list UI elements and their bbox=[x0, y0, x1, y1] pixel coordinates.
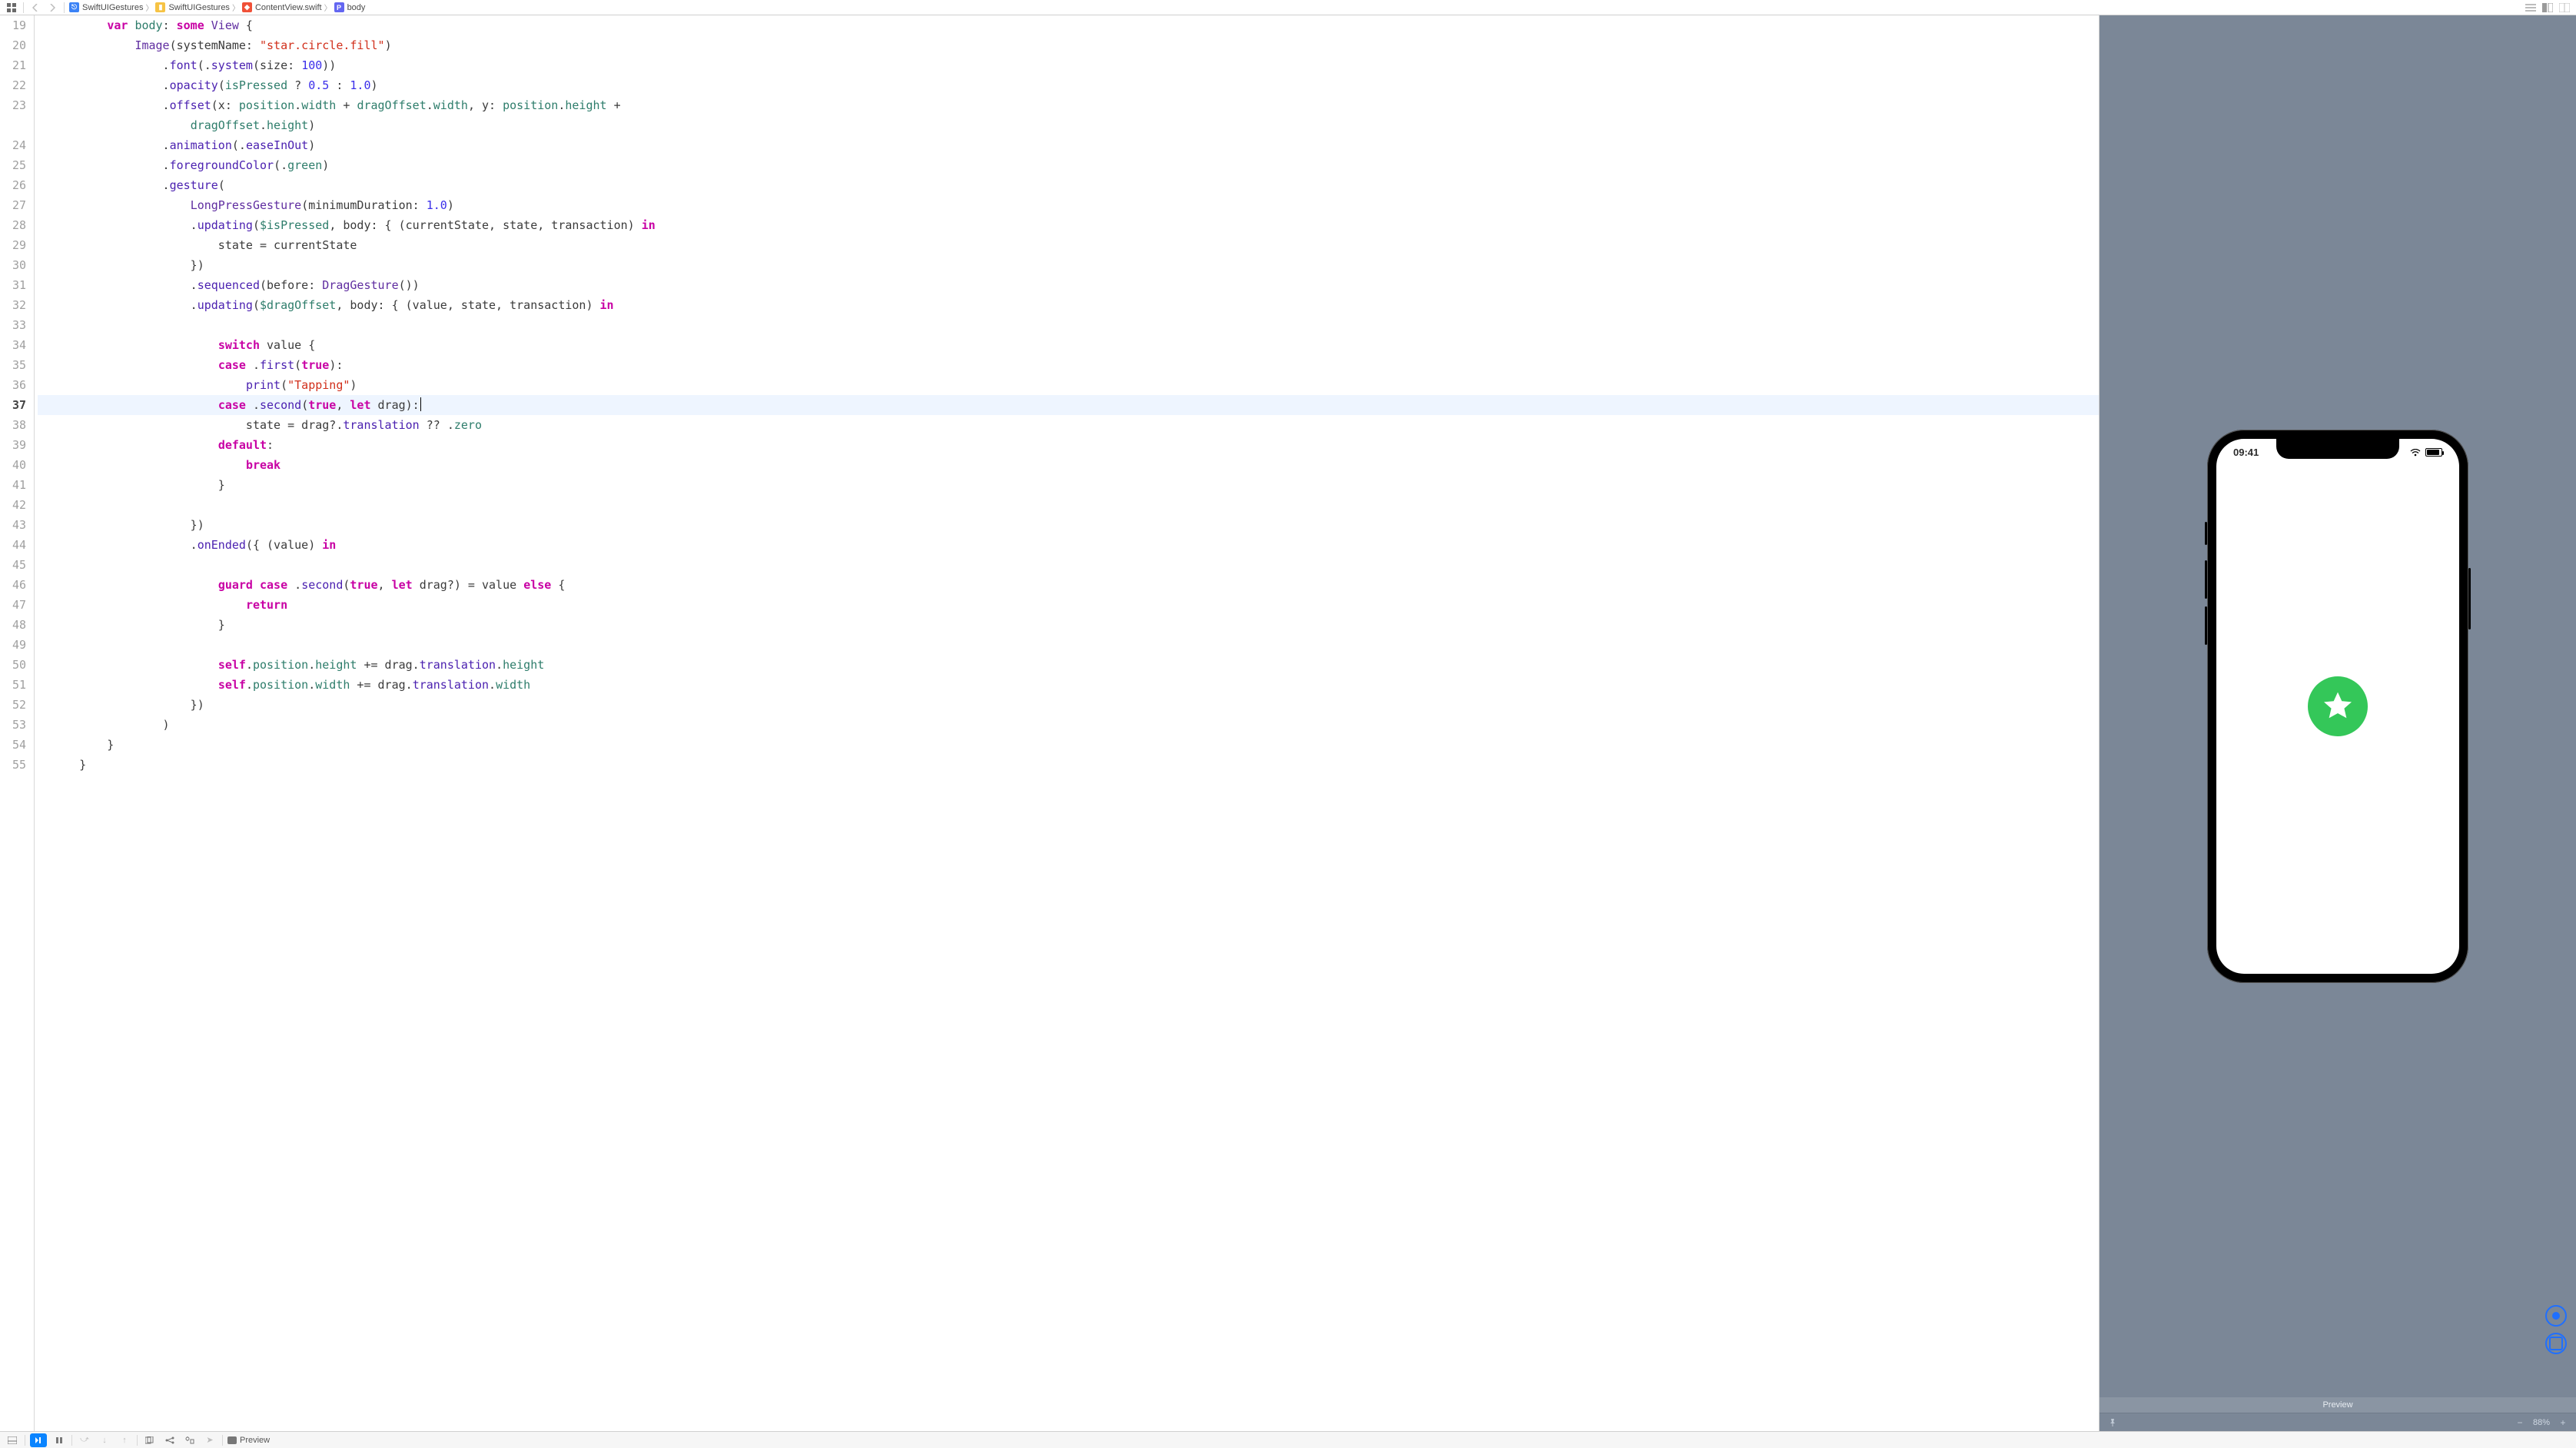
back-button[interactable] bbox=[28, 1, 42, 15]
code-area[interactable]: var body: some View { Image(systemName: … bbox=[35, 15, 2099, 1431]
environment-overrides-button[interactable] bbox=[182, 1433, 198, 1447]
zoom-out-button[interactable]: − bbox=[2513, 1416, 2527, 1430]
debug-view-hierarchy-button[interactable] bbox=[142, 1433, 158, 1447]
simulate-location-button[interactable]: ➤ bbox=[202, 1433, 217, 1447]
separator bbox=[23, 2, 24, 13]
star-circle-fill-icon[interactable] bbox=[2308, 676, 2368, 736]
preview-toolbar: − 88% + bbox=[2100, 1413, 2576, 1431]
forward-button[interactable] bbox=[45, 1, 59, 15]
debug-memory-graph-button[interactable] bbox=[162, 1433, 178, 1447]
debug-bar: ⤻ ↓ ↑ ➤ Preview bbox=[0, 1431, 2576, 1448]
zoom-level[interactable]: 88% bbox=[2533, 1418, 2550, 1427]
chevron-right-icon: 〉 bbox=[145, 2, 153, 13]
device-side-button bbox=[2205, 606, 2207, 645]
device-status-bar: 09:41 bbox=[2216, 447, 2459, 458]
wifi-icon bbox=[2410, 449, 2421, 457]
add-editor-icon[interactable] bbox=[2558, 1, 2571, 15]
step-into-button[interactable]: ↓ bbox=[97, 1433, 112, 1447]
step-over-button[interactable]: ⤻ bbox=[77, 1433, 92, 1447]
preview-label-bar: Preview bbox=[2100, 1397, 2576, 1413]
device-time: 09:41 bbox=[2233, 447, 2259, 458]
breadcrumb: ⎋ SwiftUIGestures 〉 ▮ SwiftUIGestures 〉 … bbox=[69, 2, 365, 13]
related-items-icon[interactable] bbox=[5, 1, 18, 15]
chevron-right-icon: 〉 bbox=[232, 2, 240, 13]
process-icon bbox=[227, 1436, 237, 1444]
preview-canvas[interactable]: 09:41 bbox=[2100, 15, 2576, 1397]
adjust-editor-options-icon[interactable] bbox=[2541, 1, 2554, 15]
chevron-right-icon: 〉 bbox=[324, 2, 332, 13]
live-preview-button[interactable] bbox=[2545, 1305, 2567, 1327]
separator bbox=[64, 2, 65, 13]
battery-icon bbox=[2425, 448, 2442, 457]
jump-bar: ⎋ SwiftUIGestures 〉 ▮ SwiftUIGestures 〉 … bbox=[0, 0, 2576, 15]
hide-debug-area-button[interactable] bbox=[5, 1433, 20, 1447]
inspect-preview-button[interactable] bbox=[2545, 1333, 2567, 1354]
breadcrumb-item[interactable]: ContentView.swift bbox=[255, 3, 322, 12]
device-side-button bbox=[2205, 522, 2207, 545]
line-gutter: 1920212223242526272829303132333435363738… bbox=[0, 15, 34, 1431]
source-editor[interactable]: 1920212223242526272829303132333435363738… bbox=[0, 15, 2100, 1431]
device-side-button bbox=[2468, 568, 2471, 629]
breadcrumb-item[interactable]: SwiftUIGestures bbox=[82, 3, 143, 12]
folder-icon: ▮ bbox=[155, 2, 165, 12]
breadcrumb-item[interactable]: body bbox=[347, 3, 366, 12]
editor-mode-icon[interactable] bbox=[2524, 1, 2538, 15]
device-frame: 09:41 bbox=[2207, 430, 2468, 983]
pin-preview-button[interactable] bbox=[2106, 1416, 2120, 1430]
property-icon: P bbox=[334, 2, 344, 12]
breadcrumb-item[interactable]: SwiftUIGestures bbox=[168, 3, 229, 12]
continue-execution-button[interactable] bbox=[30, 1433, 47, 1447]
step-out-button[interactable]: ↑ bbox=[117, 1433, 132, 1447]
device-side-button bbox=[2205, 560, 2207, 599]
device-screen[interactable]: 09:41 bbox=[2216, 439, 2459, 974]
project-icon: ⎋ bbox=[69, 2, 79, 12]
preview-label: Preview bbox=[2322, 1400, 2352, 1410]
preview-process-label[interactable]: Preview bbox=[227, 1436, 270, 1445]
swift-file-icon: ◆ bbox=[242, 2, 252, 12]
canvas-preview-pane: 09:41 Preview bbox=[2100, 15, 2576, 1431]
zoom-in-button[interactable]: + bbox=[2556, 1416, 2570, 1430]
pause-button[interactable] bbox=[51, 1433, 67, 1447]
